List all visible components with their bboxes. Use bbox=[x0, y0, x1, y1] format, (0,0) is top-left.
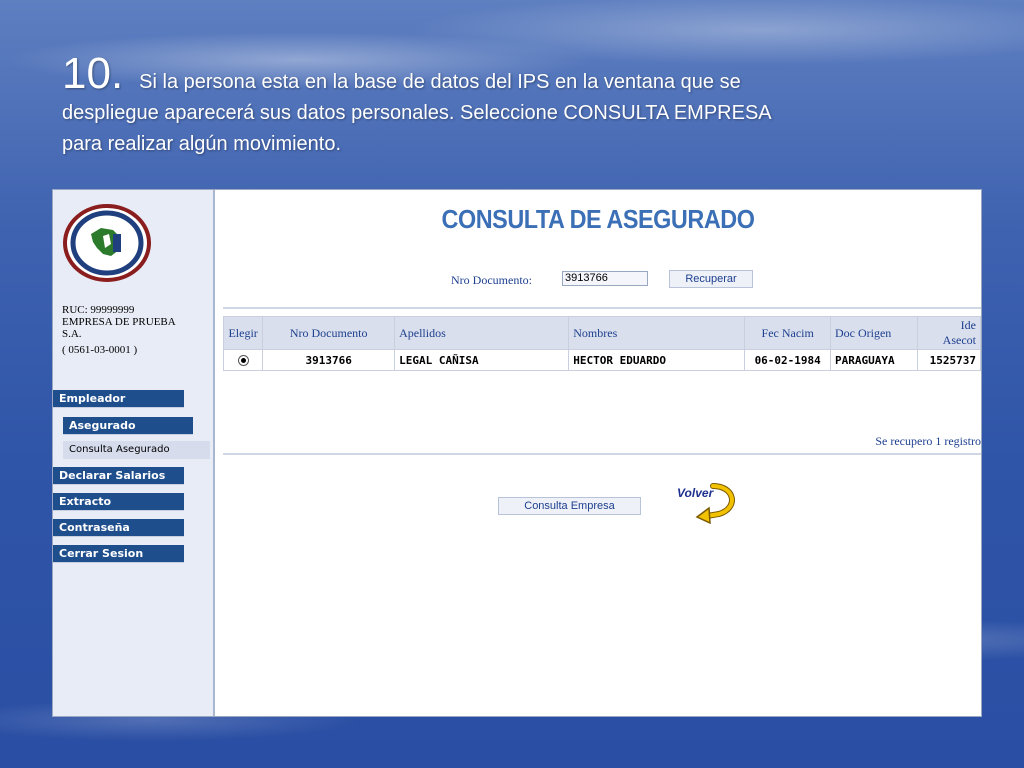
col-elegir: Elegir bbox=[224, 317, 263, 349]
heading-text-1: Si la persona esta en la base de datos d… bbox=[139, 71, 741, 93]
page-title: CONSULTA DE ASEGURADO bbox=[441, 204, 755, 234]
cell-fec-nacim: 06-02-1984 bbox=[745, 350, 830, 370]
menu-extracto[interactable]: Extracto bbox=[53, 493, 184, 511]
company-name-2: S.A. bbox=[62, 328, 82, 340]
doc-number-label: Nro Documento: bbox=[451, 273, 532, 287]
slide-heading-line1: 10. Si la persona esta en la base de dato… bbox=[62, 52, 962, 98]
ips-seal-logo bbox=[63, 204, 151, 282]
menu-asegurado[interactable]: Asegurado bbox=[63, 417, 193, 435]
divider bbox=[223, 307, 981, 309]
menu-cerrar-sesion[interactable]: Cerrar Sesion bbox=[53, 545, 184, 563]
col-doc-origen: Doc Origen bbox=[830, 317, 917, 349]
col-apellidos: Apellidos bbox=[395, 317, 569, 349]
search-row: Nro Documento: 3913766 Recuperar bbox=[215, 270, 981, 289]
col-ide-asecot: Ide Asecot bbox=[917, 317, 980, 349]
doc-number-input[interactable]: 3913766 bbox=[562, 271, 648, 286]
table-row[interactable]: 3913766 LEGAL CAÑISA HECTOR EDUARDO 06-0… bbox=[224, 350, 980, 370]
company-info: RUC: 99999999 EMPRESA DE PRUEBA S.A. ( 0… bbox=[62, 304, 202, 356]
company-name-1: EMPRESA DE PRUEBA bbox=[62, 316, 176, 328]
results-table: Elegir Nro Documento Apellidos Nombres F… bbox=[223, 316, 981, 371]
main-content: CONSULTA DE ASEGURADO Nro Documento: 391… bbox=[215, 190, 981, 716]
cell-apellidos: LEGAL CAÑISA bbox=[395, 350, 569, 370]
status-message: Se recupero 1 registro bbox=[875, 434, 981, 448]
menu-contrasena[interactable]: Contraseña bbox=[53, 519, 184, 537]
col-nombres: Nombres bbox=[569, 317, 745, 349]
cell-nombres: HECTOR EDUARDO bbox=[569, 350, 745, 370]
heading-text-2: despliegue aparecerá sus datos personale… bbox=[62, 102, 772, 124]
table-header-row: Elegir Nro Documento Apellidos Nombres F… bbox=[224, 317, 980, 349]
col-ide-line2: Asecot bbox=[942, 333, 976, 347]
col-fec-nacim: Fec Nacim bbox=[745, 317, 830, 349]
back-link[interactable]: Volver bbox=[673, 482, 743, 524]
cell-ide-asecot: 1525737 bbox=[917, 350, 980, 370]
company-code: ( 0561-03-0001 ) bbox=[62, 344, 138, 356]
menu-declarar-salarios[interactable]: Declarar Salarios bbox=[53, 467, 184, 485]
divider bbox=[223, 453, 981, 455]
menu-empleador[interactable]: Empleador bbox=[53, 390, 184, 408]
cell-nro-documento: 3913766 bbox=[263, 350, 395, 370]
recover-button[interactable]: Recuperar bbox=[669, 270, 753, 288]
col-ide-line1: Ide bbox=[960, 318, 976, 332]
row-select-radio[interactable] bbox=[237, 355, 249, 366]
company-ruc: RUC: 99999999 bbox=[62, 304, 135, 316]
slide-heading: 10. Si la persona esta en la base de dato… bbox=[62, 52, 962, 160]
col-nro-documento: Nro Documento bbox=[263, 317, 395, 349]
cell-doc-origen: PARAGUAYA bbox=[830, 350, 917, 370]
submenu-consulta-asegurado[interactable]: Consulta Asegurado bbox=[63, 441, 210, 459]
step-number: 10. bbox=[62, 49, 124, 98]
app-window: RUC: 99999999 EMPRESA DE PRUEBA S.A. ( 0… bbox=[52, 189, 982, 717]
consulta-empresa-button[interactable]: Consulta Empresa bbox=[498, 497, 641, 515]
sidebar: RUC: 99999999 EMPRESA DE PRUEBA S.A. ( 0… bbox=[53, 190, 215, 716]
curved-back-arrow-icon[interactable] bbox=[673, 482, 743, 524]
cell-elegir[interactable] bbox=[224, 350, 263, 370]
heading-text-3: para realizar algún movimiento. bbox=[62, 133, 342, 155]
